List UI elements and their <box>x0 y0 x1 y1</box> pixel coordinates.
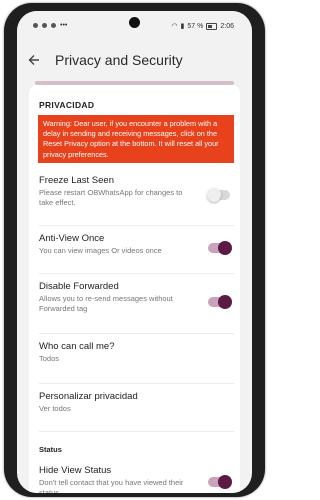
status-right-icons: ◠ ▮ 57 % 2:06 <box>171 22 234 30</box>
setting-description: You can view images Or videos once <box>39 246 162 255</box>
toggle-knob <box>218 295 232 309</box>
setting-label: Freeze Last Seen <box>39 175 114 186</box>
toggle-knob <box>207 188 221 202</box>
hide-view-status-toggle[interactable] <box>208 475 232 489</box>
toggle-knob <box>218 241 232 255</box>
section-header-status: Status <box>39 445 62 454</box>
setting-anti-view-once[interactable]: Anti-View Once You can view images Or vi… <box>39 233 234 274</box>
setting-label: Who can call me? <box>39 341 115 352</box>
anti-view-once-toggle[interactable] <box>208 241 232 255</box>
arrow-back-svg <box>28 55 39 65</box>
phone-frame: ••• ◠ ▮ 57 % 2:06 Privacy and Security P… <box>4 3 265 497</box>
wifi-icon: ◠ <box>171 23 178 30</box>
setting-who-can-call[interactable]: Who can call me? Todos <box>39 341 234 384</box>
instagram-icon <box>42 23 47 28</box>
signal-icon: ▮ <box>180 23 185 30</box>
freeze-last-seen-toggle[interactable] <box>207 188 230 202</box>
disable-forwarded-toggle[interactable] <box>208 295 232 309</box>
setting-disable-forwarded[interactable]: Disable Forwarded Allows you to re-send … <box>39 281 234 334</box>
setting-freeze-last-seen[interactable]: Freeze Last Seen Please restart OBWhatsA… <box>39 175 234 226</box>
setting-description: Please restart OBWhatsApp for changes to… <box>39 188 183 207</box>
setting-description: Allows you to re-send messages without F… <box>39 294 173 313</box>
setting-description: Don't tell contact that you have viewed … <box>39 478 184 493</box>
battery-icon <box>206 22 218 30</box>
setting-label: Disable Forwarded <box>39 281 119 292</box>
camera-notch <box>129 17 140 28</box>
toggle-knob <box>218 475 232 489</box>
page-title: Privacy and Security <box>55 52 183 68</box>
more-dots-icon: ••• <box>60 22 68 29</box>
screen: ••• ◠ ▮ 57 % 2:06 Privacy and Security P… <box>17 11 252 493</box>
setting-personalizar-privacidad[interactable]: Personalizar privacidad Ver todos <box>39 391 234 432</box>
settings-card: PRIVACIDAD Warning: Dear user, if you en… <box>29 85 240 493</box>
setting-value: Ver todos <box>39 404 71 413</box>
settings-icon <box>51 23 56 28</box>
whatsapp-icon <box>33 23 38 28</box>
warning-banner: Warning: Dear user, if you encounter a p… <box>38 115 234 163</box>
status-bar: ••• ◠ ▮ 57 % 2:06 <box>17 11 252 39</box>
setting-label: Hide View Status <box>39 465 112 476</box>
status-left-icons: ••• <box>33 22 67 29</box>
section-header-privacidad: PRIVACIDAD <box>39 100 95 110</box>
setting-value: Todos <box>39 354 60 363</box>
app-bar: Privacy and Security <box>17 39 252 81</box>
clock: 2:06 <box>220 22 234 30</box>
battery-text: 57 % <box>187 22 204 30</box>
setting-label: Anti-View Once <box>39 233 105 244</box>
arrow-back-icon[interactable] <box>17 39 51 81</box>
setting-hide-view-status[interactable]: Hide View Status Don't tell contact that… <box>39 465 234 493</box>
setting-label: Personalizar privacidad <box>39 391 138 402</box>
